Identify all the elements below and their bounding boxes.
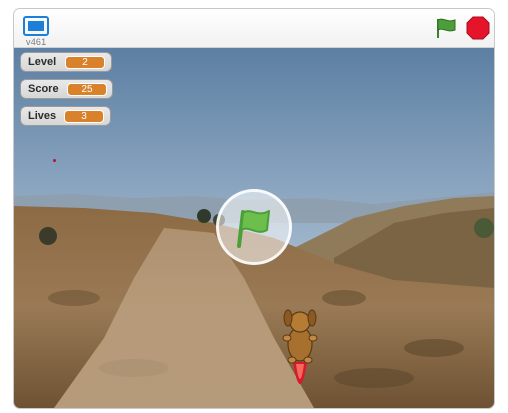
scratch-player: v461 Level 2 Score 25 Lives 3 [13, 8, 495, 409]
dog-rocket-sprite [282, 309, 318, 384]
fullscreen-button[interactable] [23, 16, 49, 36]
green-flag-icon [237, 210, 270, 248]
stop-button[interactable] [466, 16, 490, 40]
fullscreen-icon [23, 16, 49, 36]
tiny-red-dot [53, 159, 56, 162]
player-toolbar: v461 [14, 9, 494, 48]
stage[interactable]: Level 2 Score 25 Lives 3 [14, 48, 494, 408]
monitor-score: Score 25 [20, 79, 113, 99]
monitor-lives: Lives 3 [20, 106, 111, 126]
monitor-lives-label: Lives [28, 110, 57, 122]
monitor-level-label: Level [28, 56, 57, 68]
monitor-level-value: 2 [65, 56, 105, 69]
monitor-level: Level 2 [20, 52, 112, 72]
monitor-lives-value: 3 [64, 110, 104, 123]
version-label: v461 [26, 37, 47, 47]
monitor-score-label: Score [28, 83, 59, 95]
green-flag-button[interactable] [434, 16, 458, 40]
stop-sign-icon [466, 16, 490, 40]
green-flag-icon [437, 18, 456, 38]
start-overlay-button[interactable] [216, 189, 292, 265]
monitor-score-value: 25 [67, 83, 107, 96]
